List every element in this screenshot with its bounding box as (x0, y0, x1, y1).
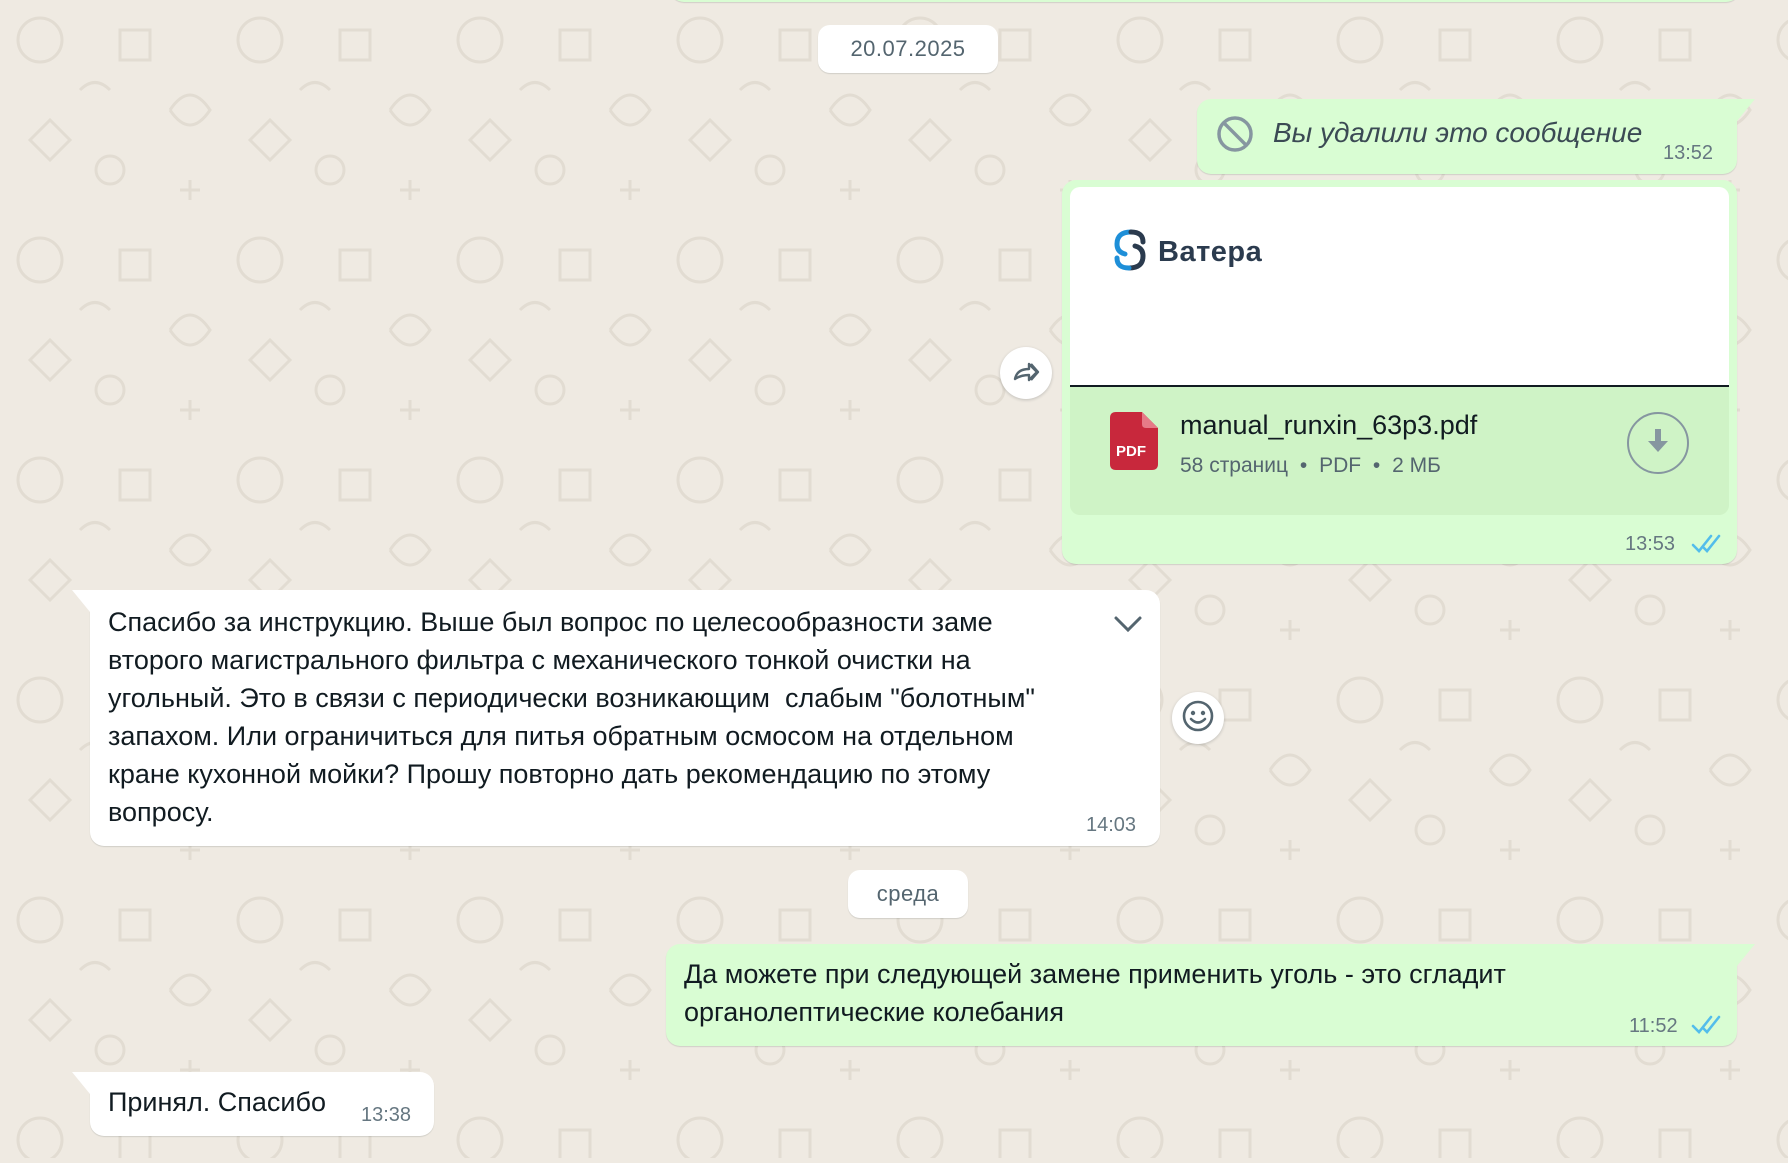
date-separator: среда (848, 870, 968, 918)
pdf-file-badge: PDF (1116, 443, 1146, 460)
message-time: 13:53 (1625, 533, 1676, 555)
file-meta: 58 страниц • PDF • 2 МБ (1180, 454, 1441, 478)
emoji-icon (1181, 699, 1215, 738)
message-time: 11:52 (1629, 1015, 1678, 1037)
date-separator: 20.07.2025 (818, 25, 998, 73)
message-time: 14:03 (1086, 814, 1137, 836)
meta-dot: • (1372, 454, 1381, 477)
file-size: 2 МБ (1392, 454, 1441, 477)
chevron-down-icon[interactable] (1112, 612, 1144, 641)
react-button[interactable] (1172, 692, 1224, 744)
brand-logo-icon (1109, 228, 1151, 277)
block-icon (1216, 115, 1254, 158)
double-check-icon (1691, 533, 1723, 560)
date-separator-label: 20.07.2025 (850, 36, 966, 61)
message-text: Да можете при следующей замене применить… (684, 959, 1506, 1027)
message-text: Спасибо за инструкцию. Выше был вопрос п… (108, 607, 1035, 827)
brand-name: Ватера (1158, 236, 1263, 268)
double-check-icon (1691, 1014, 1723, 1041)
forward-icon (1011, 359, 1041, 388)
message-time: 13:52 (1663, 142, 1714, 164)
bubble-tail (72, 590, 90, 612)
bubble-tail (1737, 99, 1755, 121)
meta-dot: • (1299, 454, 1308, 477)
forward-button[interactable] (1000, 347, 1052, 399)
download-button[interactable] (1627, 412, 1689, 474)
file-pages: 58 страниц (1180, 454, 1289, 477)
bubble-tail (1737, 944, 1755, 966)
document-preview[interactable] (1070, 187, 1729, 387)
download-icon (1645, 426, 1671, 461)
previous-message-bubble[interactable] (670, 0, 1740, 2)
bubble-tail (72, 1072, 90, 1094)
message-text: Принял. Спасибо (108, 1087, 326, 1117)
file-type: PDF (1319, 454, 1362, 477)
file-name[interactable]: manual_runxin_63p3.pdf (1180, 410, 1477, 441)
message-time: 13:38 (361, 1104, 412, 1126)
date-separator-label: среда (876, 881, 940, 906)
deleted-message-text: Вы удалили это сообщение (1273, 117, 1643, 148)
